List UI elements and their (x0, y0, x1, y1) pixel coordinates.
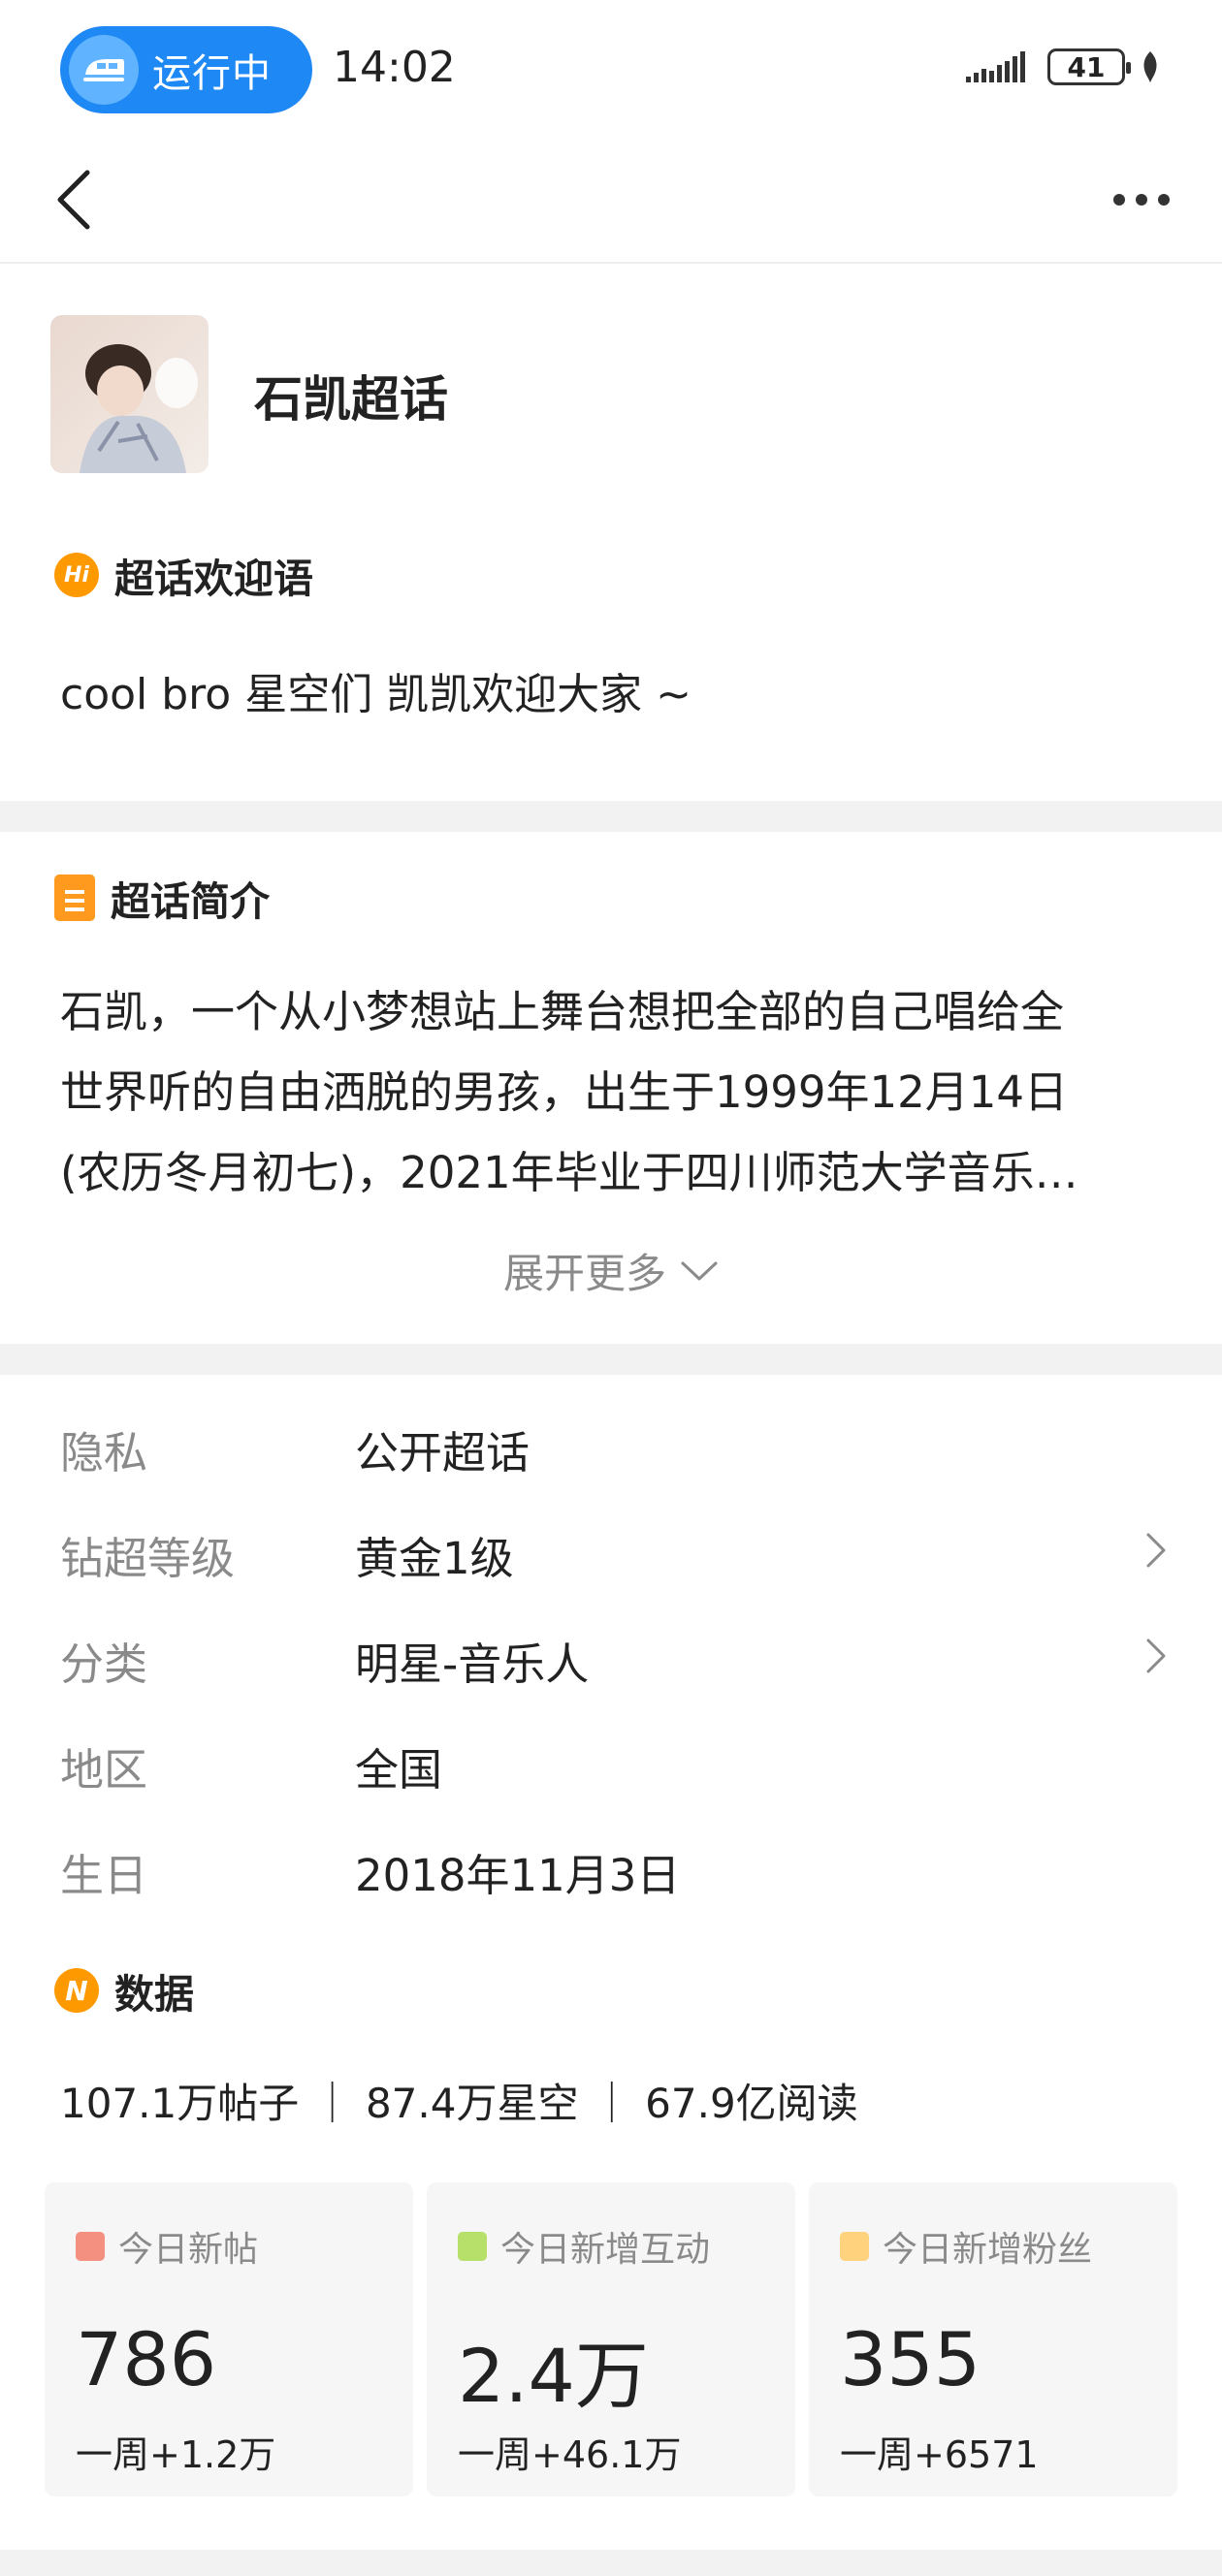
stat-card-value: 355 (840, 2316, 981, 2402)
stat-card-new-fans[interactable]: 今日新增粉丝 355 一周+6571 (809, 2182, 1177, 2496)
hi-icon: Hi (54, 553, 99, 597)
intro-title: 超话简介 (111, 878, 270, 925)
intro-section-title: 超话简介 (54, 869, 270, 927)
section-divider (0, 2550, 1222, 2576)
info-key: 生日 (60, 1850, 148, 1901)
stat-card-value: 786 (76, 2316, 217, 2402)
stat-color-icon (840, 2232, 869, 2261)
info-value: 全国 (355, 1744, 443, 1796)
info-row-category[interactable]: 分类 明星-音乐人 (0, 1607, 1222, 1704)
battery-level: 41 (1067, 50, 1106, 83)
signal-icon (966, 51, 1025, 82)
expand-more-button[interactable]: 展开更多 (0, 1241, 1222, 1300)
nav-bar (0, 136, 1222, 264)
info-value: 公开超话 (355, 1427, 531, 1479)
leaf-icon (1143, 51, 1157, 82)
info-value: 黄金1级 (355, 1533, 514, 1584)
clock-time: 14:02 (333, 43, 456, 92)
info-key: 钻超等级 (60, 1533, 236, 1584)
more-dot-icon (1113, 194, 1125, 206)
data-title: 数据 (114, 1971, 194, 2018)
info-row-birthday: 生日 2018年11月3日 (0, 1819, 1222, 1916)
info-row-region: 地区 全国 (0, 1713, 1222, 1810)
intro-line: 世界听的自由洒脱的男孩，出生于1999年12月14日 (60, 1066, 1069, 1118)
section-divider (0, 1344, 1222, 1375)
welcome-section-title: Hi 超话欢迎语 (54, 546, 313, 604)
info-row-level[interactable]: 钻超等级 黄金1级 (0, 1502, 1222, 1599)
stat-color-icon (76, 2232, 105, 2261)
topic-name: 石凯超话 (254, 371, 448, 428)
more-dot-icon (1158, 194, 1170, 206)
stat-color-icon (458, 2232, 487, 2261)
chevron-down-icon (681, 1261, 718, 1280)
stat-card-header: 今日新增互动 (458, 2221, 710, 2272)
welcome-text: cool bro 星空们 凯凯欢迎大家 ~ (60, 670, 692, 719)
intro-line: (农历冬月初七)，2021年毕业于四川师范大学音乐… (60, 1147, 1078, 1198)
stat-card-label: 今日新增粉丝 (883, 2230, 1093, 2270)
battery-icon: 41 (1047, 48, 1131, 85)
info-value: 2018年11月3日 (355, 1850, 681, 1901)
section-divider (0, 801, 1222, 832)
info-key: 隐私 (60, 1427, 148, 1479)
welcome-title: 超话欢迎语 (114, 556, 313, 602)
expand-more-label: 展开更多 (502, 1250, 666, 1297)
data-icon: N (54, 1968, 99, 2013)
more-options-button[interactable] (1098, 163, 1185, 237)
stat-card-week: 一周+6571 (840, 2433, 1039, 2476)
stat-card-label: 今日新帖 (118, 2230, 259, 2270)
stat-card-header: 今日新增粉丝 (840, 2221, 1092, 2272)
stat-card-new-posts[interactable]: 今日新帖 786 一周+1.2万 (45, 2182, 413, 2496)
info-row-privacy: 隐私 公开超话 (0, 1396, 1222, 1493)
chevron-right-icon (1146, 1638, 1166, 1673)
train-icon (69, 35, 139, 105)
system-icons: 41 (966, 48, 1162, 85)
info-key: 地区 (60, 1744, 148, 1796)
stat-card-week: 一周+46.1万 (458, 2433, 682, 2476)
data-section-title: N 数据 (54, 1961, 194, 2019)
intro-line: 石凯，一个从小梦想站上舞台想把全部的自己唱给全 (60, 986, 1065, 1037)
info-value: 明星-音乐人 (355, 1638, 590, 1690)
document-icon (54, 875, 95, 921)
intro-text: 石凯，一个从小梦想站上舞台想把全部的自己唱给全 世界听的自由洒脱的男孩，出生于1… (60, 971, 1166, 1213)
stat-card-label: 今日新增互动 (500, 2230, 711, 2270)
data-summary: 107.1万帖子 ｜ 87.4万星空 ｜ 67.9亿阅读 (60, 2080, 858, 2127)
chevron-right-icon (1146, 1533, 1166, 1568)
chevron-left-icon (57, 170, 90, 230)
stat-card-new-interactions[interactable]: 今日新增互动 2.4万 一周+46.1万 (427, 2182, 795, 2496)
running-pill[interactable]: 运行中 (60, 26, 312, 113)
info-key: 分类 (60, 1638, 148, 1690)
stat-card-header: 今日新帖 (76, 2221, 258, 2272)
topic-avatar[interactable] (50, 315, 209, 473)
stat-card-week: 一周+1.2万 (76, 2433, 276, 2476)
status-bar: 运行中 14:02 41 (0, 0, 1222, 136)
running-label: 运行中 (152, 51, 272, 96)
more-dot-icon (1136, 194, 1147, 206)
stat-card-value: 2.4万 (458, 2333, 649, 2419)
back-button[interactable] (37, 163, 111, 237)
